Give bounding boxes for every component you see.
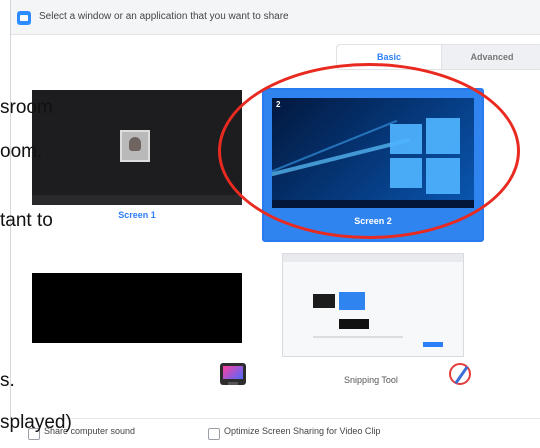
title-bar: Select a window or an application that y… xyxy=(11,0,540,35)
tile-label: Screen 1 xyxy=(118,210,156,220)
share-tile-app[interactable] xyxy=(32,248,246,388)
screen-1-thumbnail xyxy=(32,90,242,205)
tab-advanced[interactable]: Advanced xyxy=(442,45,540,69)
participant-video xyxy=(120,130,150,162)
snipping-tool-icon xyxy=(447,361,473,387)
dialog-title: Select a window or an application that y… xyxy=(39,11,289,22)
optimize-video-label: Optimize Screen Sharing for Video Clip xyxy=(224,426,381,436)
app-thumbnail xyxy=(32,273,242,343)
background-text: tant to xyxy=(0,210,53,231)
taskbar xyxy=(32,195,242,205)
snipping-tool-thumbnail xyxy=(282,253,464,357)
share-tile-snipping-tool[interactable]: Snipping Tool xyxy=(262,253,480,393)
zoom-share-icon xyxy=(17,11,31,25)
background-text: s. xyxy=(0,370,15,391)
teams-screen-icon xyxy=(220,363,246,385)
background-text: splayed) xyxy=(0,412,72,433)
optimize-video-checkbox[interactable] xyxy=(208,428,220,440)
background-text: oom. xyxy=(0,141,43,162)
annotation-circle xyxy=(218,63,520,239)
background-text: sroom xyxy=(0,97,53,118)
share-options: Share computer sound Optimize Screen Sha… xyxy=(10,418,540,448)
share-tile-screen-1[interactable]: Screen 1 xyxy=(32,90,242,233)
